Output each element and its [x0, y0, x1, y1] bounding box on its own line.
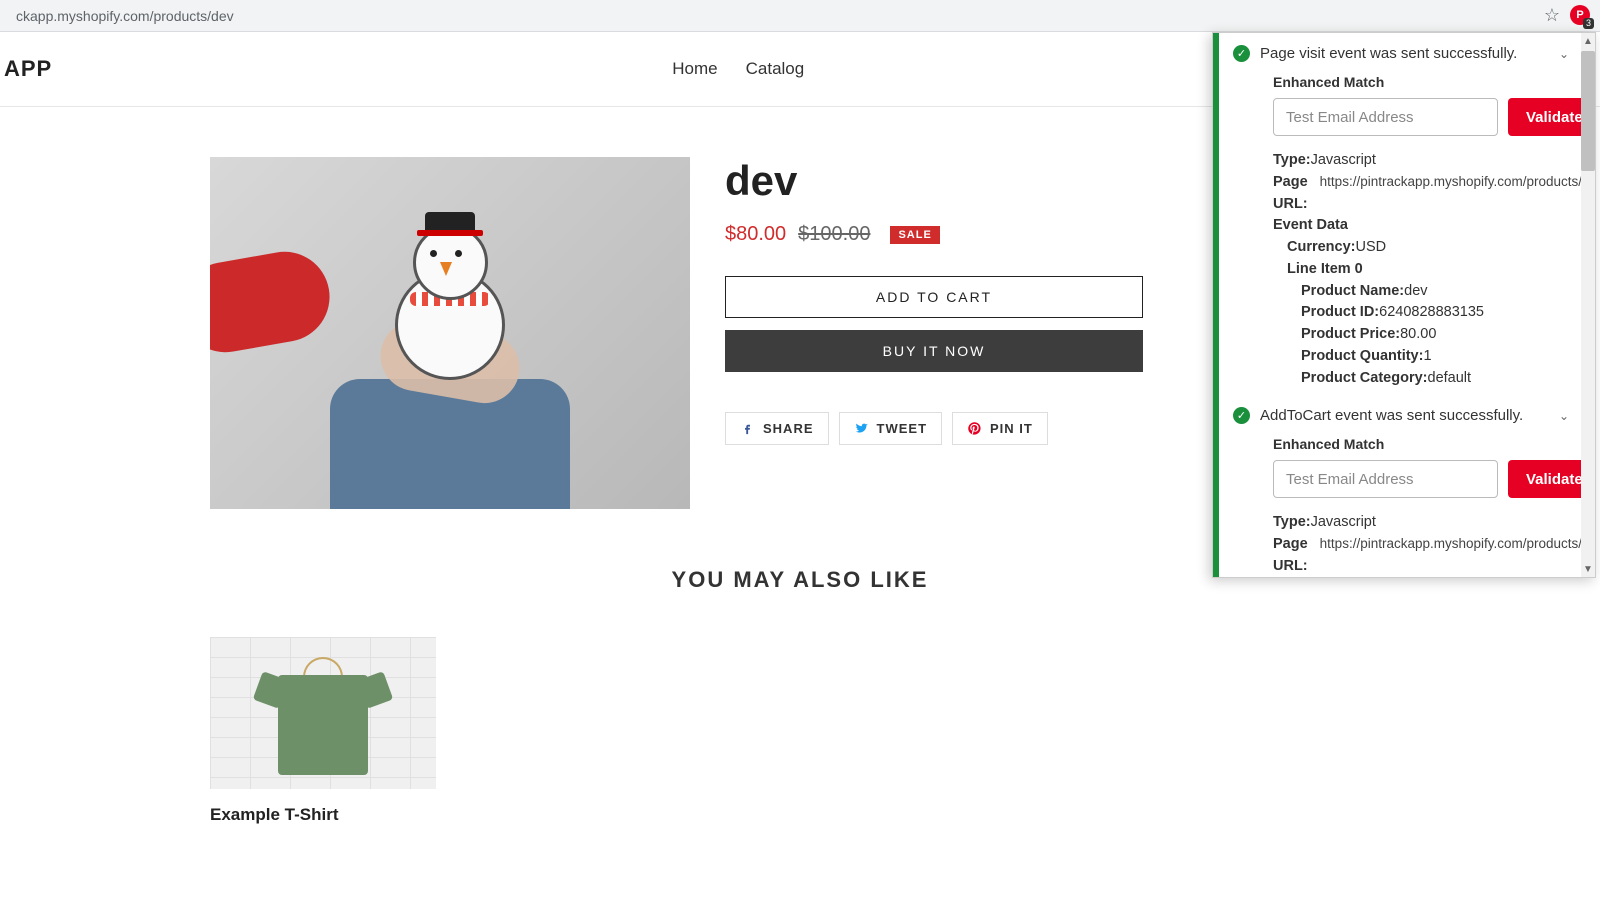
- event1-data: Type:Javascript Page URL: https://pintra…: [1273, 150, 1571, 389]
- sale-price: $80.00: [725, 223, 786, 246]
- panel-scrollbar[interactable]: ▲ ▼: [1581, 33, 1595, 577]
- twitter-icon: [854, 421, 869, 436]
- event-page-visit: ✓ Page visit event was sent successfully…: [1233, 45, 1571, 389]
- chevron-down-icon[interactable]: ⌄: [1559, 409, 1569, 423]
- share-twitter-button[interactable]: TWEET: [839, 412, 943, 445]
- scroll-down-icon[interactable]: ▼: [1581, 561, 1595, 577]
- success-check-icon: ✓: [1233, 45, 1250, 62]
- scroll-thumb[interactable]: [1581, 51, 1595, 171]
- recommendation-title: Example T-Shirt: [210, 805, 436, 825]
- share-facebook-label: SHARE: [763, 421, 814, 436]
- sale-badge: SALE: [890, 226, 939, 244]
- scroll-up-icon[interactable]: ▲: [1581, 33, 1595, 49]
- recommendation-image: [210, 637, 436, 789]
- event-header[interactable]: ✓ AddToCart event was sent successfully.…: [1233, 407, 1571, 424]
- extension-count-badge: 3: [1583, 18, 1594, 29]
- validate-button[interactable]: Validate: [1508, 98, 1581, 136]
- main-nav: Home Catalog: [672, 59, 804, 79]
- facebook-icon: [740, 421, 755, 436]
- event2-data: Type:Javascript Page URL: https://pintra…: [1273, 512, 1571, 577]
- test-email-input[interactable]: [1273, 460, 1498, 498]
- site-logo[interactable]: APP: [4, 56, 52, 82]
- chrome-actions: ☆ P 3: [1544, 5, 1592, 27]
- url-bar[interactable]: ckapp.myshopify.com/products/dev: [8, 4, 1544, 28]
- share-pinterest-button[interactable]: PIN IT: [952, 412, 1048, 445]
- add-to-cart-button[interactable]: ADD TO CART: [725, 276, 1143, 318]
- browser-chrome: ckapp.myshopify.com/products/dev ☆ P 3: [0, 0, 1600, 32]
- share-row: SHARE TWEET PIN IT: [725, 412, 1143, 445]
- original-price: $100.00: [798, 223, 870, 246]
- price-row: $80.00 $100.00 SALE: [725, 223, 1143, 246]
- enhanced-match-label: Enhanced Match: [1273, 436, 1571, 452]
- recommendations-grid: Example T-Shirt: [0, 593, 1600, 825]
- extension-badge[interactable]: P 3: [1570, 5, 1592, 27]
- extension-panel: ✓ Page visit event was sent successfully…: [1212, 32, 1596, 578]
- nav-catalog[interactable]: Catalog: [746, 59, 805, 79]
- chevron-down-icon[interactable]: ⌄: [1559, 47, 1569, 61]
- success-check-icon: ✓: [1233, 407, 1250, 424]
- test-email-input[interactable]: [1273, 98, 1498, 136]
- enhanced-match-label: Enhanced Match: [1273, 74, 1571, 90]
- enhanced-match-row: Validate: [1273, 460, 1571, 498]
- event-message: Page visit event was sent successfully.: [1260, 45, 1517, 62]
- product-image[interactable]: [210, 157, 690, 509]
- share-twitter-label: TWEET: [877, 421, 928, 436]
- panel-content: ✓ Page visit event was sent successfully…: [1219, 33, 1581, 577]
- pinterest-icon: [967, 421, 982, 436]
- bookmark-star-icon[interactable]: ☆: [1544, 5, 1560, 26]
- product-title: dev: [725, 157, 1143, 205]
- share-facebook-button[interactable]: SHARE: [725, 412, 829, 445]
- event-header[interactable]: ✓ Page visit event was sent successfully…: [1233, 45, 1571, 62]
- nav-home[interactable]: Home: [672, 59, 717, 79]
- validate-button[interactable]: Validate: [1508, 460, 1581, 498]
- buy-it-now-button[interactable]: BUY IT NOW: [725, 330, 1143, 372]
- enhanced-match-row: Validate: [1273, 98, 1571, 136]
- product-info: dev $80.00 $100.00 SALE ADD TO CART BUY …: [725, 157, 1143, 509]
- share-pinterest-label: PIN IT: [990, 421, 1033, 436]
- event-add-to-cart: ✓ AddToCart event was sent successfully.…: [1233, 407, 1571, 577]
- event-message: AddToCart event was sent successfully.: [1260, 407, 1523, 424]
- recommendation-item[interactable]: Example T-Shirt: [210, 637, 436, 825]
